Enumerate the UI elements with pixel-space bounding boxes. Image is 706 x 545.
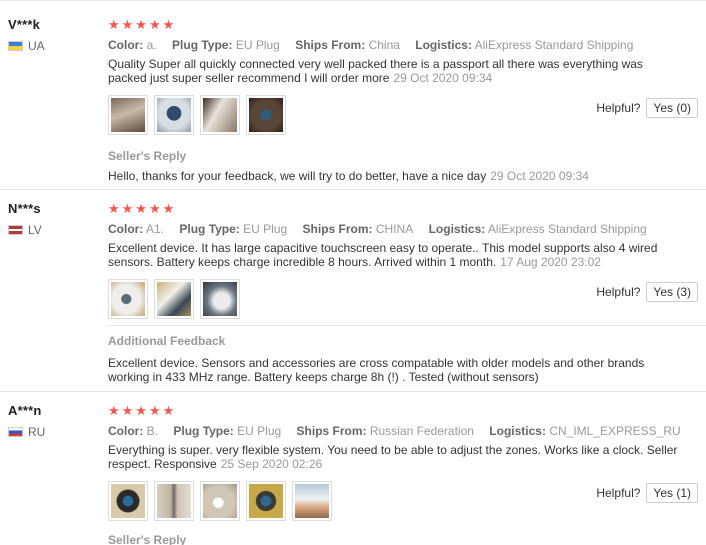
ua-flag-icon xyxy=(8,41,23,51)
review-text-block: Everything is super. very flexible syste… xyxy=(108,443,683,471)
review-photo[interactable] xyxy=(108,481,148,521)
color-value: A1. xyxy=(146,222,165,236)
helpful-yes-button[interactable]: Yes (1) xyxy=(646,483,698,503)
color-label: Color: xyxy=(108,38,144,52)
review-date: 17 Aug 2020 23:02 xyxy=(500,255,601,269)
helpful-yes-button[interactable]: Yes (3) xyxy=(646,282,698,302)
helpful-yes-button[interactable]: Yes (0) xyxy=(646,98,698,118)
star-rating: ★★★★★ xyxy=(108,201,177,216)
review-photo[interactable] xyxy=(292,481,332,521)
review-photo[interactable] xyxy=(108,279,148,319)
additional-feedback-text: Excellent device. Sensors and accessorie… xyxy=(108,356,645,384)
ru-flag-icon xyxy=(8,427,23,437)
helpful-vote: Helpful? Yes (0) xyxy=(596,98,698,118)
plug-value: EU Plug xyxy=(237,424,282,438)
seller-reply-title: Seller's Reply xyxy=(108,533,187,545)
plug-value: EU Plug xyxy=(243,222,288,236)
helpful-vote: Helpful? Yes (1) xyxy=(596,483,698,503)
reviewer-name: N***s xyxy=(8,201,41,216)
star-rating: ★★★★★ xyxy=(108,403,177,418)
country-code: UA xyxy=(28,39,45,53)
seller-reply-text: Hello, thanks for your feedback, we will… xyxy=(108,169,487,183)
reviewer-info: A***n RU xyxy=(8,403,45,439)
review-photo[interactable] xyxy=(154,481,194,521)
seller-reply: Seller's Reply xyxy=(108,533,698,545)
ships-label: Ships From: xyxy=(295,38,366,52)
reviewer-country: RU xyxy=(8,425,45,439)
country-code: LV xyxy=(28,223,42,237)
review-text: Quality Super all quickly connected very… xyxy=(108,57,643,85)
country-code: RU xyxy=(28,425,46,439)
reviewer-name: A***n xyxy=(8,403,42,418)
review-content: ★★★★★ Color: B. Plug Type: EU Plug Ships… xyxy=(108,403,698,545)
review-photo[interactable] xyxy=(200,279,240,319)
helpful-label: Helpful? xyxy=(596,101,641,115)
helpful-label: Helpful? xyxy=(596,285,641,299)
additional-feedback-title: Additional Feedback xyxy=(108,334,226,348)
reviewer-country: LV xyxy=(8,223,42,237)
color-label: Color: xyxy=(108,222,144,236)
seller-reply-title: Seller's Reply xyxy=(108,149,187,163)
logistics-label: Logistics: xyxy=(489,424,546,438)
review-text-block: Quality Super all quickly connected very… xyxy=(108,57,683,85)
seller-reply-text-block: Hello, thanks for your feedback, we will… xyxy=(108,169,698,183)
review-photo[interactable] xyxy=(246,481,286,521)
review-text-block: Excellent device. It has large capacitiv… xyxy=(108,241,683,269)
order-meta: Color: a. Plug Type: EU Plug Ships From:… xyxy=(108,38,698,52)
ships-value: Russian Federation xyxy=(369,424,474,438)
review-photo[interactable] xyxy=(108,95,148,135)
reviewer-country: UA xyxy=(8,39,45,53)
order-meta: Color: A1. Plug Type: EU Plug Ships From… xyxy=(108,222,698,236)
review-photo[interactable] xyxy=(154,279,194,319)
plug-label: Plug Type: xyxy=(173,424,234,438)
helpful-vote: Helpful? Yes (3) xyxy=(596,282,698,302)
plug-value: EU Plug xyxy=(235,38,280,52)
logistics-label: Logistics: xyxy=(415,38,472,52)
review-text: Everything is super. very flexible syste… xyxy=(108,443,678,471)
review-photo[interactable] xyxy=(246,95,286,135)
additional-feedback: Additional Feedback Excellent device. Se… xyxy=(108,325,706,384)
logistics-value: CN_IML_EXPRESS_RU xyxy=(549,424,681,438)
order-meta: Color: B. Plug Type: EU Plug Ships From:… xyxy=(108,424,698,438)
reviewer-name: V***k xyxy=(8,17,41,32)
reviewer-info: V***k UA xyxy=(8,17,45,53)
plug-label: Plug Type: xyxy=(172,38,233,52)
color-value: a. xyxy=(146,38,157,52)
review-date: 25 Sep 2020 02:26 xyxy=(220,457,323,471)
review-photo[interactable] xyxy=(200,95,240,135)
ships-value: China xyxy=(368,38,400,52)
ships-value: CHINA xyxy=(375,222,414,236)
review-photo[interactable] xyxy=(154,95,194,135)
seller-reply: Seller's Reply Hello, thanks for your fe… xyxy=(108,149,698,183)
reviewer-info: N***s LV xyxy=(8,201,42,237)
review-date: 29 Oct 2020 09:34 xyxy=(393,71,493,85)
seller-reply-date: 29 Oct 2020 09:34 xyxy=(490,169,589,183)
color-label: Color: xyxy=(108,424,144,438)
review-photo[interactable] xyxy=(200,481,240,521)
logistics-value: AliExpress Standard Shipping xyxy=(474,38,634,52)
logistics-value: AliExpress Standard Shipping xyxy=(487,222,647,236)
star-rating: ★★★★★ xyxy=(108,17,177,32)
helpful-label: Helpful? xyxy=(596,486,641,500)
plug-label: Plug Type: xyxy=(179,222,240,236)
ships-label: Ships From: xyxy=(302,222,373,236)
lv-flag-icon xyxy=(8,225,23,235)
logistics-label: Logistics: xyxy=(428,222,486,236)
ships-label: Ships From: xyxy=(296,424,367,438)
color-value: B. xyxy=(146,424,159,438)
